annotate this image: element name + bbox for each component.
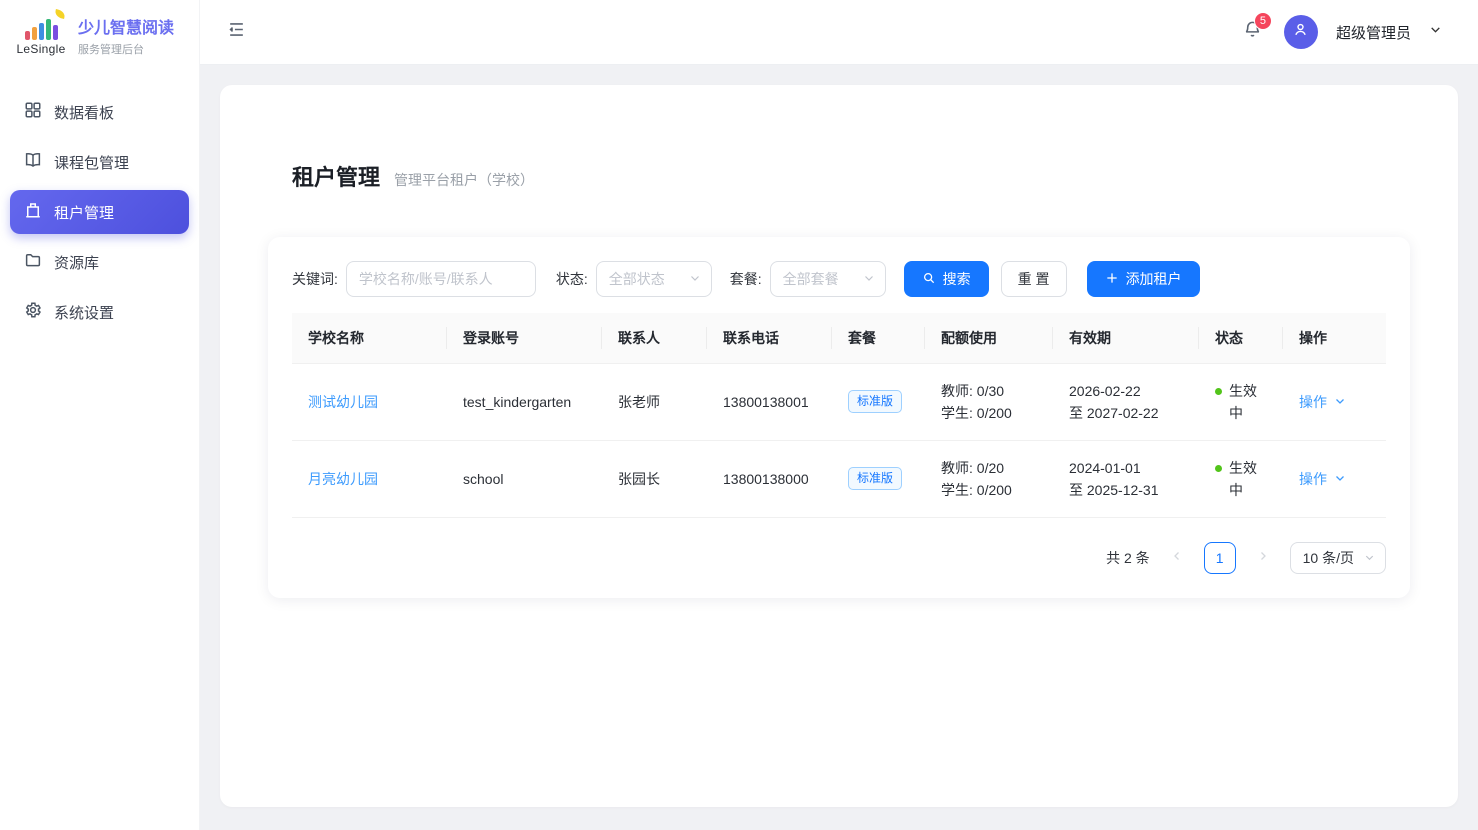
page-size-select[interactable]: 10 条/页 [1290,542,1386,574]
chevron-right-icon [1257,549,1269,567]
phone-cell: 13800138000 [707,440,832,517]
status-label: 状态: [556,269,588,289]
tenant-table: 学校名称 登录账号 联系人 联系电话 套餐 配额使用 有效期 状态 操作 测试幼… [292,313,1386,518]
notification-badge: 5 [1254,12,1272,30]
keyword-label: 关键词: [292,269,338,289]
col-actions: 操作 [1283,313,1386,363]
brand-subtitle: 服务管理后台 [78,41,174,57]
contact-cell: 张园长 [602,440,707,517]
col-login-account: 登录账号 [447,313,602,363]
sidebar-item-system-settings[interactable]: 系统设置 [10,290,189,334]
pagination-prev-button[interactable] [1164,545,1190,571]
menu-fold-icon [227,20,246,44]
sidebar-collapse-button[interactable] [224,20,248,44]
chevron-down-icon [1364,550,1375,566]
sidebar-item-resource-library[interactable]: 资源库 [10,240,189,284]
status-dot-icon [1215,465,1222,472]
status-select[interactable]: 全部状态 [596,261,712,297]
col-phone: 联系电话 [707,313,832,363]
chevron-down-icon [1334,471,1346,487]
plan-tag: 标准版 [848,467,902,491]
chevron-down-icon [863,271,875,287]
gear-icon [24,301,42,323]
contact-cell: 张老师 [602,363,707,440]
login-account-cell: school [447,440,602,517]
pagination-total: 共 2 条 [1106,548,1150,568]
sidebar-item-dashboard[interactable]: 数据看板 [10,90,189,134]
sidebar-item-label: 数据看板 [54,102,114,123]
status-badge: 生效中 [1229,457,1257,501]
page-card: 租户管理 管理平台租户（学校） 关键词: 状态: 全部状态 套餐: 全部套餐 [220,85,1458,807]
pagination: 共 2 条 1 10 条/页 [292,542,1386,574]
main-content: 租户管理 管理平台租户（学校） 关键词: 状态: 全部状态 套餐: 全部套餐 [200,0,1478,807]
open-book-icon [24,151,42,173]
validity-cell: 2026-02-22 至 2027-02-22 [1053,363,1199,440]
pagination-page-1-button[interactable]: 1 [1204,542,1236,574]
plan-tag: 标准版 [848,390,902,414]
brand-logo: LeSingle 少儿智慧阅读 服务管理后台 [0,0,199,70]
status-select-value: 全部状态 [609,269,665,289]
quota-cell: 教师: 0/30 学生: 0/200 [925,363,1053,440]
sidebar-item-tenant-management[interactable]: 租户管理 [10,190,189,234]
sidebar-item-label: 系统设置 [54,302,114,323]
user-icon [1292,21,1309,43]
col-contact: 联系人 [602,313,707,363]
filter-bar: 关键词: 状态: 全部状态 套餐: 全部套餐 搜索 [292,261,1386,297]
status-cell: 生效中 [1199,363,1283,440]
login-account-cell: test_kindergarten [447,363,602,440]
col-plan: 套餐 [832,313,925,363]
notification-bell-button[interactable]: 5 [1240,19,1266,45]
sidebar-item-label: 课程包管理 [54,152,129,173]
status-cell: 生效中 [1199,440,1283,517]
add-tenant-button[interactable]: 添加租户 [1087,261,1200,297]
sidebar-item-label: 资源库 [54,252,99,273]
sidebar: LeSingle 少儿智慧阅读 服务管理后台 数据看板 课程包管理 租户管理 资… [0,0,200,830]
chevron-down-icon [1334,394,1346,410]
top-header: 5 超级管理员 [200,0,1478,65]
table-row: 测试幼儿园 test_kindergarten 张老师 13800138001 … [292,363,1386,440]
plus-icon [1105,271,1119,288]
brand-title: 少儿智慧阅读 [78,14,174,38]
dashboard-grid-icon [24,101,42,123]
current-user-name[interactable]: 超级管理员 [1336,22,1411,43]
school-name-link[interactable]: 测试幼儿园 [308,394,378,410]
school-name-link[interactable]: 月亮幼儿园 [308,471,378,487]
sidebar-item-course-packages[interactable]: 课程包管理 [10,140,189,184]
sidebar-item-label: 租户管理 [54,202,114,223]
col-validity: 有效期 [1053,313,1199,363]
page-title: 租户管理 [292,160,380,192]
search-button[interactable]: 搜索 [904,261,989,297]
tenant-panel: 关键词: 状态: 全部状态 套餐: 全部套餐 搜索 [268,237,1410,598]
status-badge: 生效中 [1229,380,1257,424]
col-school-name: 学校名称 [292,313,447,363]
phone-cell: 13800138001 [707,363,832,440]
plan-select[interactable]: 全部套餐 [770,261,886,297]
reset-button[interactable]: 重 置 [1001,261,1067,297]
keyword-input[interactable] [346,261,536,297]
row-actions-dropdown[interactable]: 操作 [1299,469,1346,489]
bank-building-icon [24,201,42,223]
validity-cell: 2024-01-01 至 2025-12-31 [1053,440,1199,517]
row-actions-dropdown[interactable]: 操作 [1299,392,1346,412]
avatar[interactable] [1284,15,1318,49]
table-row: 月亮幼儿园 school 张园长 13800138000 标准版 教师: 0/2… [292,440,1386,517]
logo-wordmark: LeSingle [16,42,65,56]
page-subtitle: 管理平台租户（学校） [394,170,534,190]
plan-label: 套餐: [730,269,762,289]
status-dot-icon [1215,388,1222,395]
pagination-next-button[interactable] [1250,545,1276,571]
sidebar-nav: 数据看板 课程包管理 租户管理 资源库 系统设置 [0,70,199,334]
user-menu-chevron-down-icon[interactable] [1429,23,1442,41]
col-quota: 配额使用 [925,313,1053,363]
search-icon [922,271,936,288]
folder-icon [24,251,42,273]
col-status: 状态 [1199,313,1283,363]
chevron-left-icon [1171,549,1183,567]
lesingle-logo-icon: LeSingle [14,14,68,56]
chevron-down-icon [689,271,701,287]
quota-cell: 教师: 0/20 学生: 0/200 [925,440,1053,517]
plan-select-value: 全部套餐 [783,269,839,289]
table-header-row: 学校名称 登录账号 联系人 联系电话 套餐 配额使用 有效期 状态 操作 [292,313,1386,363]
